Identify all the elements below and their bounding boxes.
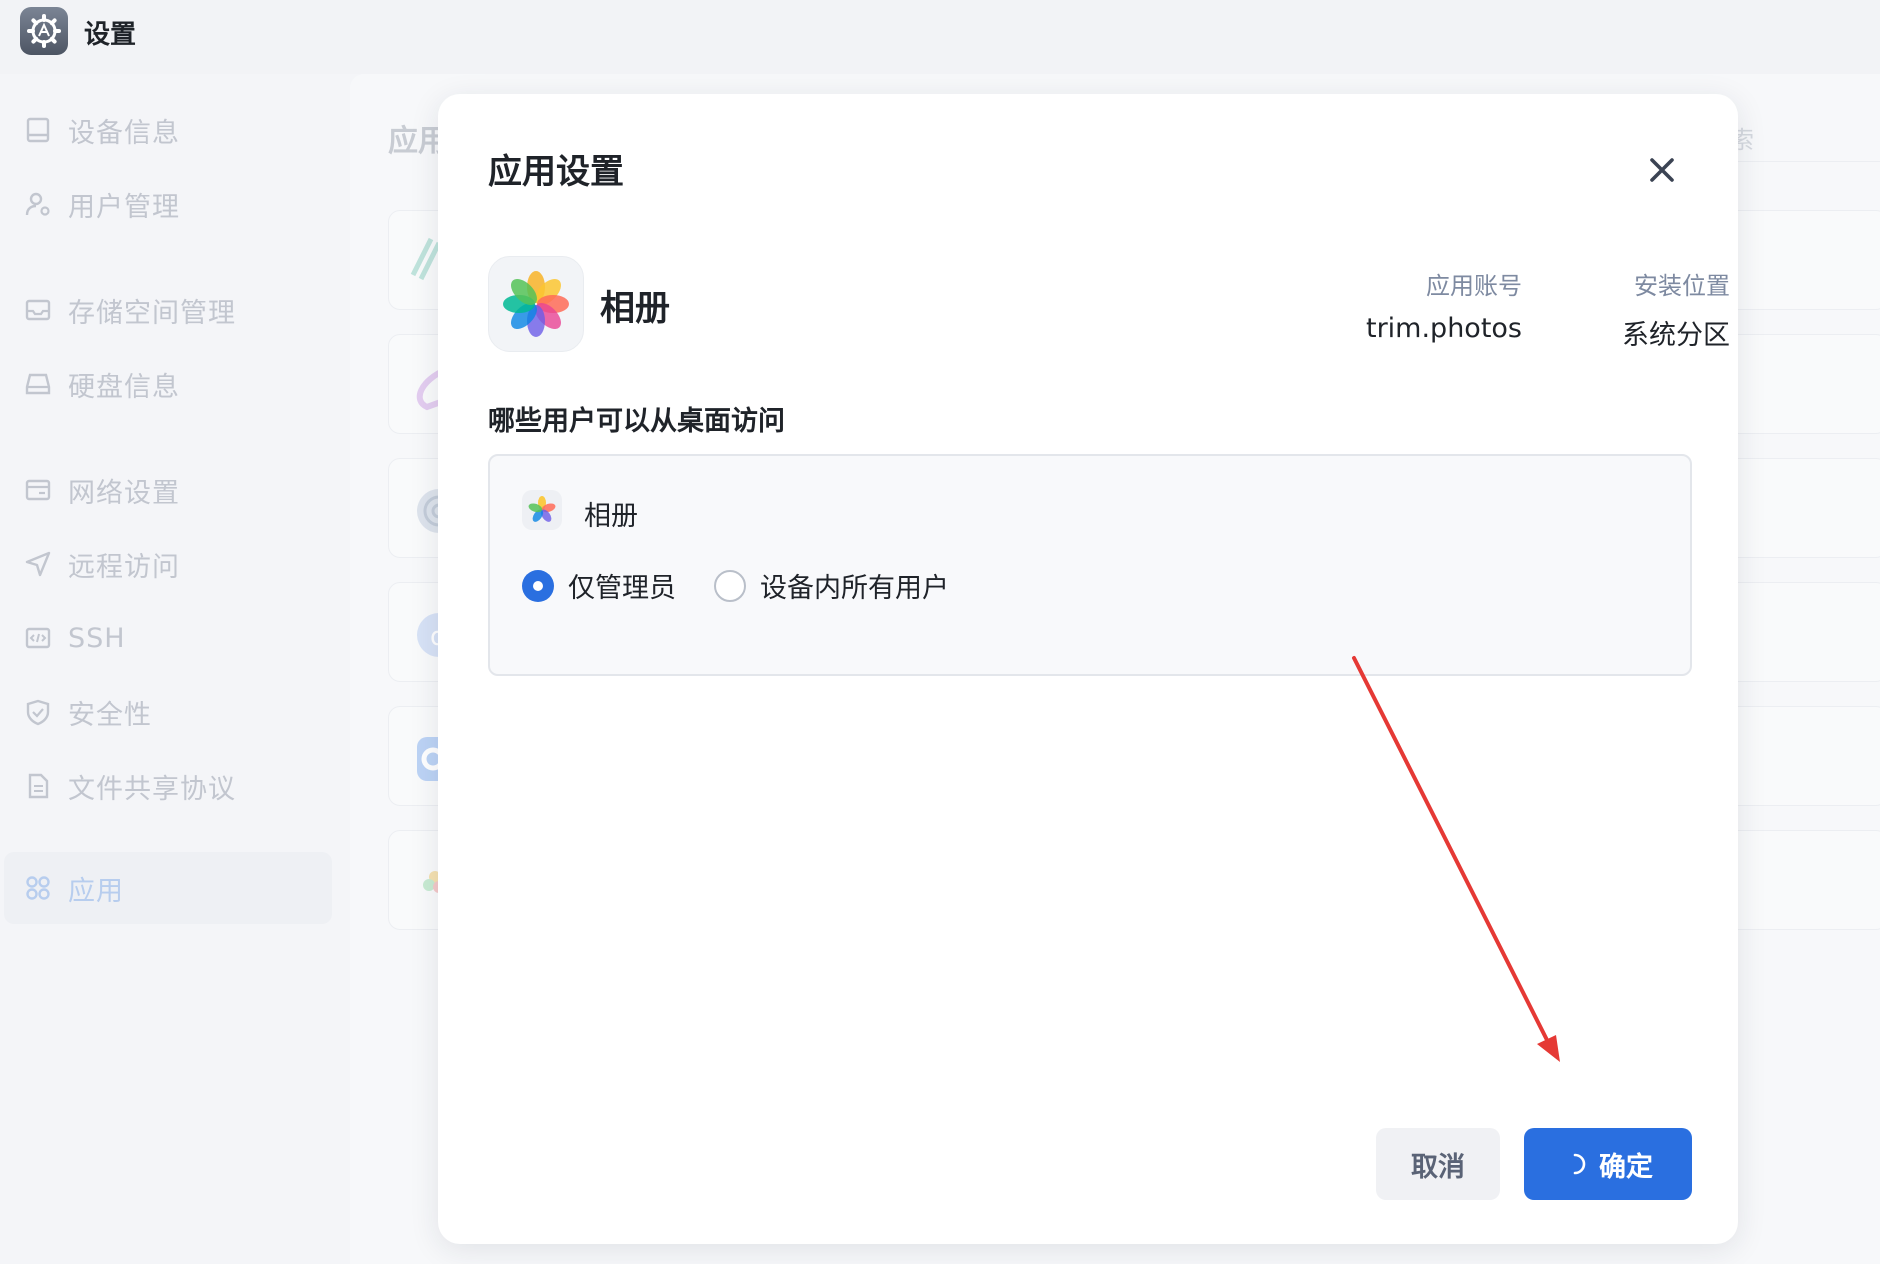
code-icon: [22, 622, 54, 654]
sidebar: 设备信息 用户管理 存储空间管理 硬盘信息 网络设置 远程访问 SSH 安全性 …: [0, 74, 348, 1264]
sidebar-item-apps[interactable]: 应用: [4, 852, 332, 924]
sidebar-item-security[interactable]: 安全性: [4, 676, 332, 748]
sidebar-item-label: 网络设置: [68, 477, 180, 509]
sidebar-item-storage[interactable]: 存储空间管理: [4, 274, 332, 346]
file-icon: [22, 770, 54, 802]
install-location-info: 安装位置 系统分区: [1622, 266, 1730, 352]
photos-app-icon: [488, 256, 584, 352]
sidebar-item-remote-access[interactable]: 远程访问: [4, 528, 332, 600]
loading-spinner-icon: [1563, 1152, 1587, 1176]
radio-unchecked-icon: [714, 569, 746, 602]
sidebar-item-network[interactable]: 网络设置: [4, 454, 332, 526]
sidebar-item-label: 硬盘信息: [68, 371, 180, 403]
app-name: 相册: [600, 289, 671, 329]
disk-icon: [22, 368, 54, 400]
sidebar-item-label: SSH: [68, 622, 126, 654]
radio-label: 仅管理员: [568, 573, 676, 604]
radio-all-users[interactable]: 设备内所有用户: [714, 566, 949, 605]
sidebar-item-device-info[interactable]: 设备信息: [4, 94, 332, 166]
install-location-value: 系统分区: [1622, 320, 1730, 351]
sidebar-item-label: 文件共享协议: [68, 773, 236, 805]
install-location-label: 安装位置: [1634, 272, 1730, 300]
app-account-label: 应用账号: [1426, 272, 1522, 300]
shield-icon: [22, 696, 54, 728]
window-title: 设置: [84, 20, 137, 50]
sidebar-item-label: 安全性: [68, 699, 152, 731]
dialog-title: 应用设置: [488, 152, 624, 192]
sidebar-item-ssh[interactable]: SSH: [4, 602, 332, 674]
storage-icon: [22, 294, 54, 326]
network-icon: [22, 474, 54, 506]
send-icon: [22, 548, 54, 580]
sidebar-item-disk-info[interactable]: 硬盘信息: [4, 348, 332, 420]
device-icon: [22, 114, 54, 146]
close-icon: [1650, 158, 1674, 182]
sidebar-item-label: 应用: [68, 875, 124, 907]
app-account-info: 应用账号 trim.photos: [1366, 266, 1522, 344]
sidebar-item-label: 设备信息: [68, 117, 180, 149]
radio-admin-only[interactable]: 仅管理员: [522, 566, 676, 605]
sidebar-item-label: 远程访问: [68, 551, 180, 583]
user-gear-icon: [22, 188, 54, 220]
access-section-title: 哪些用户可以从桌面访问: [488, 406, 785, 437]
apps-icon: [22, 872, 54, 904]
radio-label: 设备内所有用户: [760, 573, 949, 604]
access-permission-box: 相册 仅管理员 设备内所有用户: [488, 454, 1692, 676]
sidebar-item-file-sharing[interactable]: 文件共享协议: [4, 750, 332, 822]
app-settings-dialog: 应用设置 相册 应用账号 trim.photos 安装位置 系统分区 哪些用户可: [438, 94, 1738, 1244]
settings-gear-icon: [20, 7, 68, 55]
title-bar: 设置: [0, 0, 1880, 74]
cancel-button[interactable]: 取消: [1376, 1128, 1500, 1200]
app-account-value: trim.photos: [1365, 313, 1522, 344]
photos-app-small-icon: [522, 490, 562, 530]
sidebar-item-user-management[interactable]: 用户管理: [4, 168, 332, 240]
sidebar-item-label: 用户管理: [68, 191, 180, 223]
sidebar-item-label: 存储空间管理: [68, 297, 236, 329]
confirm-button[interactable]: 确定: [1524, 1128, 1692, 1200]
confirm-label: 确定: [1599, 1151, 1653, 1183]
entry-name: 相册: [584, 501, 638, 532]
close-button[interactable]: [1642, 150, 1682, 190]
radio-checked-icon: [522, 569, 554, 602]
